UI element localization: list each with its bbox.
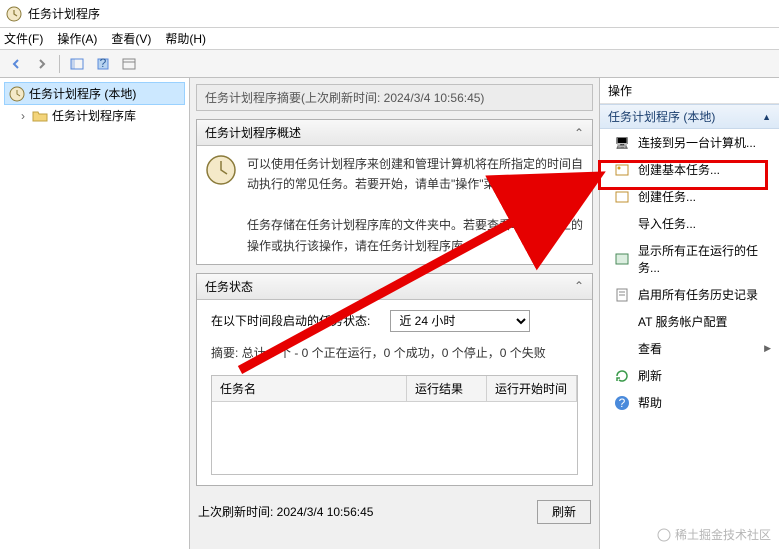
refresh-icon	[614, 368, 630, 384]
status-panel: 任务状态 ⌃ 在以下时间段启动的任务状态: 近 24 小时 摘要: 总计 0 个…	[196, 273, 593, 486]
watermark-icon	[657, 528, 671, 542]
clock-large-icon	[205, 154, 237, 186]
status-range-select[interactable]: 近 24 小时	[390, 310, 530, 332]
svg-text:?: ?	[100, 57, 107, 70]
action-at-service[interactable]: AT 服务帐户配置	[600, 308, 779, 335]
overview-text: 可以使用任务计划程序来创建和管理计算机将在所指定的时间自动执行的常见任务。若要开…	[247, 154, 584, 256]
action-connect[interactable]: 🖥 连接到另一台计算机...	[600, 129, 779, 156]
task-icon	[614, 189, 630, 205]
menu-action[interactable]: 操作(A)	[57, 30, 97, 47]
toolbar-help-button[interactable]: ?	[91, 53, 115, 75]
titlebar: 任务计划程序	[0, 0, 779, 28]
tree-library-label: 任务计划程序库	[52, 107, 136, 124]
action-create-task[interactable]: 创建任务...	[600, 183, 779, 210]
folder-icon	[32, 108, 48, 124]
nav-back-button[interactable]	[4, 53, 28, 75]
action-help[interactable]: ? 帮助	[600, 389, 779, 416]
actions-pane: 操作 任务计划程序 (本地) ▲ 🖥 连接到另一台计算机... 创建基本任务..…	[599, 78, 779, 549]
watermark: 稀土掘金技术社区	[657, 526, 771, 543]
chevron-right-icon: ▶	[764, 343, 771, 354]
window-title: 任务计划程序	[28, 5, 100, 22]
center-pane: 任务计划程序摘要(上次刷新时间: 2024/3/4 10:56:45) 任务计划…	[190, 78, 599, 549]
tree-library[interactable]: › 任务计划程序库	[4, 105, 185, 126]
action-refresh[interactable]: 刷新	[600, 362, 779, 389]
toolbar-separator	[59, 55, 60, 73]
col-result[interactable]: 运行结果	[407, 376, 487, 401]
chevron-up-icon: ⌃	[574, 279, 584, 293]
last-refresh-label: 上次刷新时间: 2024/3/4 10:56:45	[198, 503, 373, 520]
col-task-name[interactable]: 任务名	[212, 376, 407, 401]
tree-root-label: 任务计划程序 (本地)	[29, 85, 136, 102]
refresh-button[interactable]: 刷新	[537, 500, 591, 524]
action-import-task[interactable]: 导入任务...	[600, 210, 779, 237]
col-start[interactable]: 运行开始时间	[487, 376, 577, 401]
history-icon	[614, 287, 630, 303]
task-basic-icon	[614, 162, 630, 178]
action-view[interactable]: 查看 ▶	[600, 335, 779, 362]
actions-group-label: 任务计划程序 (本地)	[608, 108, 715, 125]
tree-root[interactable]: 任务计划程序 (本地)	[4, 82, 185, 105]
summary-title: 任务计划程序摘要(上次刷新时间: 2024/3/4 10:56:45)	[196, 84, 593, 111]
overview-panel: 任务计划程序概述 ⌃ 可以使用任务计划程序来创建和管理计算机将在所指定的时间自动…	[196, 119, 593, 265]
running-icon	[614, 251, 630, 267]
toolbar: ?	[0, 50, 779, 78]
view-icon	[614, 341, 630, 357]
status-summary: 摘要: 总计 0 个 - 0 个正在运行，0 个成功，0 个停止，0 个失败	[211, 344, 578, 361]
status-range-label: 在以下时间段启动的任务状态:	[211, 312, 370, 329]
bottom-row: 上次刷新时间: 2024/3/4 10:56:45 刷新	[196, 494, 593, 524]
action-create-basic-task[interactable]: 创建基本任务...	[600, 156, 779, 183]
status-title: 任务状态	[205, 278, 253, 295]
status-header[interactable]: 任务状态 ⌃	[197, 274, 592, 300]
action-show-running[interactable]: 显示所有正在运行的任务...	[600, 237, 779, 281]
menu-help[interactable]: 帮助(H)	[165, 30, 206, 47]
chevron-up-icon: ⌃	[574, 126, 584, 140]
menubar: 文件(F) 操作(A) 查看(V) 帮助(H)	[0, 28, 779, 50]
action-enable-history[interactable]: 启用所有任务历史记录	[600, 281, 779, 308]
status-table: 任务名 运行结果 运行开始时间	[211, 375, 578, 475]
toolbar-panes-button[interactable]	[65, 53, 89, 75]
help-icon: ?	[614, 395, 630, 411]
tree-pane: 任务计划程序 (本地) › 任务计划程序库	[0, 78, 190, 549]
import-icon	[614, 216, 630, 232]
computer-icon: 🖥	[614, 135, 630, 151]
clock-icon	[6, 6, 22, 22]
overview-header[interactable]: 任务计划程序概述 ⌃	[197, 120, 592, 146]
menu-view[interactable]: 查看(V)	[111, 30, 151, 47]
overview-title: 任务计划程序概述	[205, 124, 301, 141]
svg-text:?: ?	[619, 396, 626, 410]
clock-icon	[9, 86, 25, 102]
actions-group-header[interactable]: 任务计划程序 (本地) ▲	[600, 104, 779, 129]
triangle-up-icon: ▲	[762, 112, 771, 122]
expand-icon[interactable]: ›	[18, 109, 28, 123]
nav-forward-button[interactable]	[30, 53, 54, 75]
actions-title: 操作	[600, 78, 779, 104]
toolbar-layout-button[interactable]	[117, 53, 141, 75]
menu-file[interactable]: 文件(F)	[4, 30, 43, 47]
service-icon	[614, 314, 630, 330]
